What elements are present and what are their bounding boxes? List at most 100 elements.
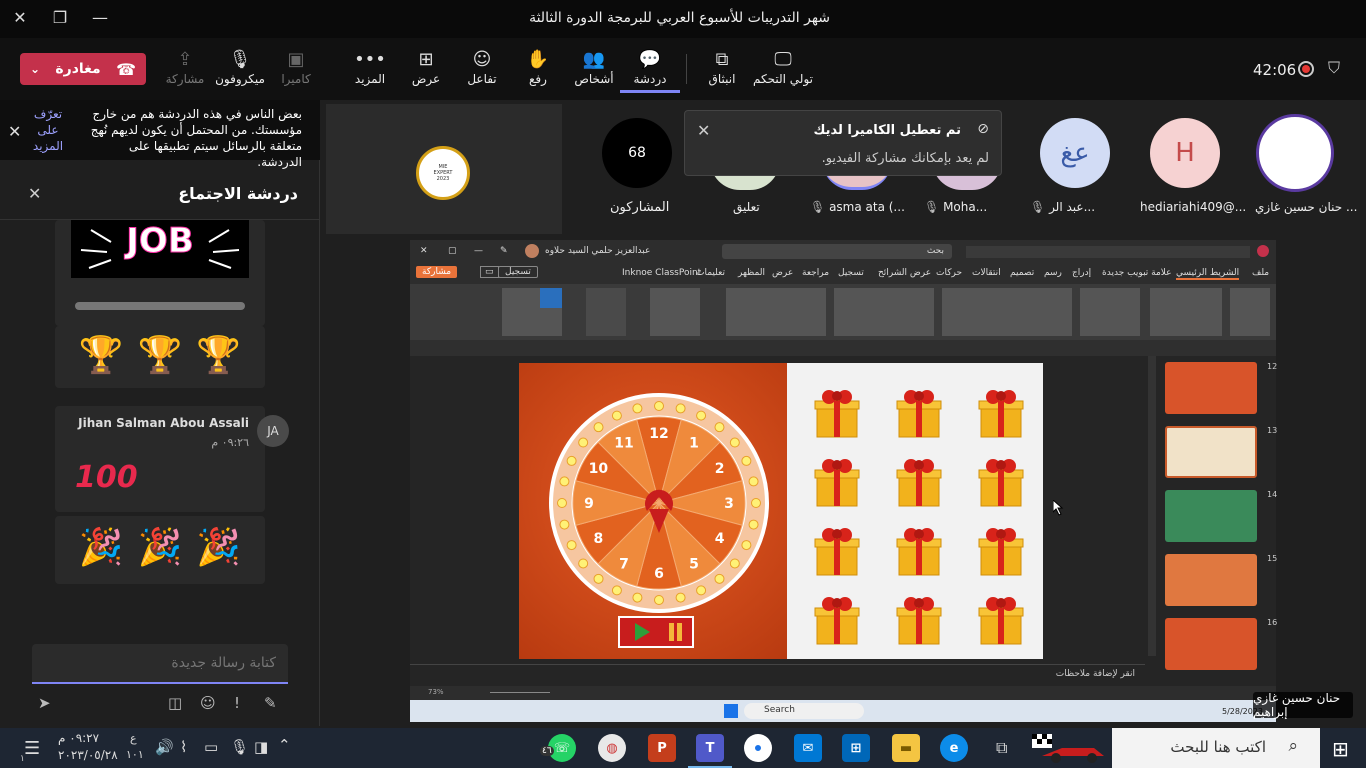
gift-box-icon[interactable] [811, 387, 863, 439]
ppt-ribbon [410, 284, 1276, 340]
mic-button[interactable]: 🎙 ميكروفون [210, 48, 270, 86]
shield-icon[interactable]: ⛉ [1328, 58, 1340, 78]
chat-button[interactable]: 💬 دردشة [620, 48, 680, 93]
learn-more-link[interactable]: تعرّف على المزيد [30, 106, 66, 154]
camera-off-icon: ⊘ [977, 121, 989, 137]
battery-icon[interactable]: ▭ [204, 738, 218, 756]
message-input[interactable] [32, 644, 288, 682]
send-icon[interactable]: ➤ [38, 694, 51, 712]
slide-number: 13 [1267, 426, 1278, 435]
people-button[interactable]: 👥 أشخاص [564, 48, 624, 86]
popout-button[interactable]: ⧉ انبثاق [692, 48, 752, 86]
gift-box-icon[interactable] [975, 387, 1027, 439]
wheel-bulb [741, 455, 752, 466]
wheel-number: 1 [689, 435, 699, 451]
mail-app-icon[interactable]: ✉ [794, 734, 822, 762]
ppt-tab: انتقالات [972, 268, 1001, 278]
restore-window-icon[interactable]: ❐ [48, 8, 72, 27]
minimize-window-icon[interactable]: — [88, 8, 112, 27]
chevron-down-icon[interactable]: ⌄ [30, 62, 40, 76]
emoji-icon[interactable]: ☺ [200, 694, 216, 712]
ppt-share-button: مشاركة [416, 266, 458, 278]
notification-icon[interactable]: ☰ [24, 738, 40, 759]
ppt-tab: تعليمات [696, 268, 725, 278]
gift-box-icon[interactable] [975, 594, 1027, 646]
wheel-bulb [566, 540, 577, 551]
important-icon[interactable]: ! [234, 694, 240, 712]
teams-app-icon[interactable]: T [688, 734, 732, 768]
ppt-tab: ملف [1252, 268, 1270, 278]
volume-icon[interactable]: 🔊 [155, 738, 174, 756]
ppt-tab: علامة تبويب جديدة [1102, 268, 1172, 278]
smiley-icon: ☺ [472, 49, 492, 70]
avatar[interactable]: JA [257, 415, 289, 447]
participants-count-circle[interactable]: 68 [602, 118, 672, 188]
slide-thumbnail [1165, 426, 1257, 478]
slide-number: 15 [1267, 554, 1278, 563]
edge-app-icon[interactable]: e [940, 734, 968, 762]
wheel-number: 7 [619, 557, 629, 573]
chrome-app-icon[interactable] [744, 734, 772, 762]
gift-box-icon[interactable] [975, 456, 1027, 508]
gift-box-icon[interactable] [811, 594, 863, 646]
zoom-slider [490, 692, 550, 693]
title-bar: ✕ ❐ — شهر التدريبات للأسبوع العربي للبرم… [0, 0, 1366, 38]
trophy-icon: 🏆 [137, 335, 183, 376]
camera-button[interactable]: ▣ كاميرا [266, 48, 326, 86]
gift-box-icon[interactable] [975, 525, 1027, 577]
windows-search[interactable]: اكتب هنا للبحث ⌕ [1112, 728, 1320, 768]
gift-box-icon[interactable] [893, 525, 945, 577]
gift-box-icon[interactable] [811, 525, 863, 577]
format-pen-icon[interactable]: ✎ [264, 694, 277, 712]
wheel-number: 12 [649, 426, 668, 442]
wheel-bulb [557, 498, 567, 508]
slide-thumbnail [1165, 362, 1257, 414]
toolbar-divider [686, 54, 687, 84]
close-icon[interactable]: ✕ [697, 121, 710, 140]
more-button[interactable]: ••• المزيد [340, 48, 400, 86]
powerpoint-app-icon[interactable]: P [648, 734, 676, 762]
gift-box-icon[interactable] [893, 387, 945, 439]
wifi-icon[interactable]: ⌇ [180, 738, 187, 756]
chat-title: دردشة الاجتماع [178, 184, 298, 203]
message-composer[interactable] [32, 644, 288, 684]
slide-number: 12 [1267, 362, 1278, 371]
avatar: H [1150, 118, 1220, 188]
store-app-icon[interactable]: ⊞ [842, 734, 870, 762]
participant-name: 🎙 asma ata (... [810, 200, 905, 214]
wheel-bulb [729, 558, 740, 569]
windows-start-icon[interactable]: ⊞ [1332, 737, 1349, 761]
file-explorer-icon[interactable]: ▬ [892, 734, 920, 762]
raise-hand-button[interactable]: ✋ رفع [508, 48, 568, 86]
take-control-button[interactable]: 🖵 تولي التحكم [750, 48, 816, 86]
ppt-tab: عرض الشرائح [878, 268, 932, 278]
wheel-bulb [578, 437, 589, 448]
close-icon[interactable]: ✕ [8, 122, 21, 141]
message-time: ٠٩:٢٦ م [211, 436, 249, 449]
sticker-icon[interactable]: ◫ [168, 694, 182, 712]
camera-tray-icon[interactable]: ◨ [254, 738, 268, 756]
gift-box-icon[interactable] [893, 594, 945, 646]
search-icon: ⌕ [1288, 736, 1298, 756]
participant-name: تعليق [733, 200, 760, 214]
task-view-icon[interactable]: ⧉ [996, 738, 1007, 758]
notification-count: ١ [20, 754, 25, 764]
view-button[interactable]: ⊞ عرض [396, 48, 456, 86]
windows-search-placeholder: اكتب هنا للبحث [1170, 738, 1266, 756]
minimize-icon: — [474, 246, 483, 256]
close-chat-icon[interactable]: ✕ [28, 184, 41, 203]
mic-tray-icon[interactable]: 🎙 [230, 738, 249, 756]
wheel-bulb [741, 540, 752, 551]
gift-box-icon[interactable] [811, 456, 863, 508]
gift-box-icon[interactable] [893, 456, 945, 508]
wheel-number: 9 [584, 496, 594, 512]
leave-button[interactable]: ⌄ مغادرة ☎ [20, 53, 146, 85]
participant-tile-logo[interactable]: MIE EXPERT 2023 [326, 104, 562, 234]
react-button[interactable]: ☺ تفاعل [452, 48, 512, 86]
share-button[interactable]: ⇪ مشاركة [155, 48, 215, 86]
app-icon[interactable]: ◍ [598, 734, 626, 762]
chevron-up-icon[interactable]: ⌃ [278, 736, 291, 754]
close-window-icon[interactable]: ✕ [8, 8, 32, 27]
keyboard-lang[interactable]: ع [130, 732, 137, 745]
race-car-widget-icon[interactable] [1032, 732, 1106, 764]
